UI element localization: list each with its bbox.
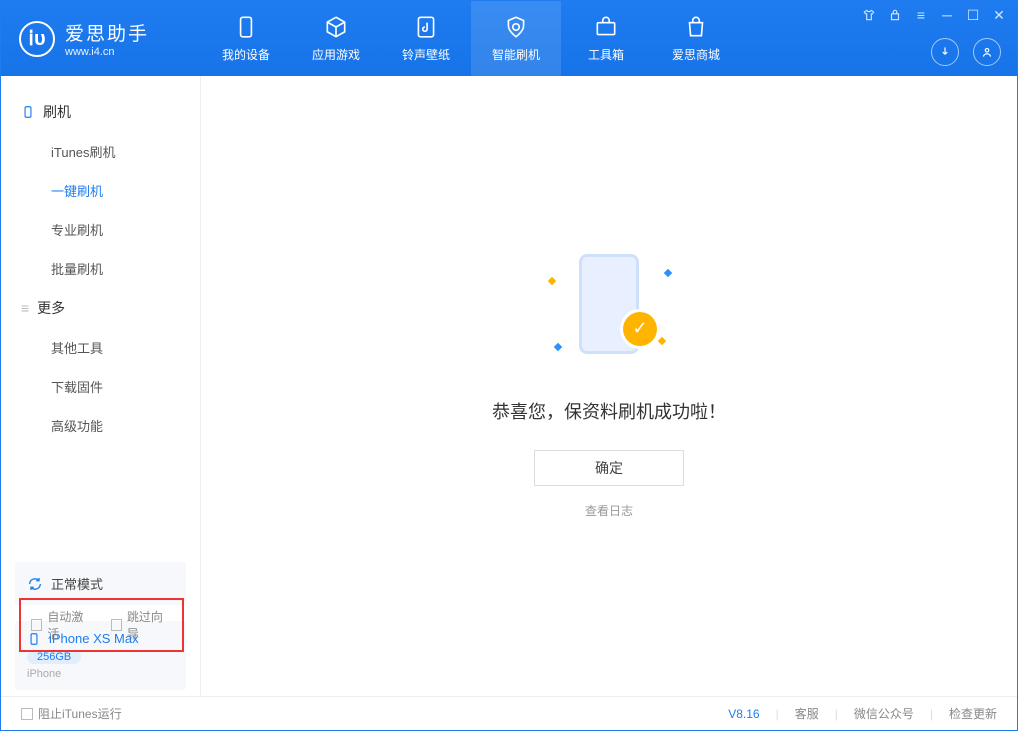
close-button[interactable]: ✕: [991, 7, 1007, 23]
tshirt-icon[interactable]: [861, 7, 877, 23]
sidebar-item-other-tools[interactable]: 其他工具: [21, 328, 180, 367]
check-badge-icon: ✓: [623, 312, 657, 346]
group-label: 刷机: [43, 102, 71, 122]
header: ⅰυ 爱思助手 www.i4.cn 我的设备 应用游戏 铃声壁纸 智能刷机 工具…: [1, 1, 1017, 76]
user-button[interactable]: [973, 38, 1001, 66]
maximize-button[interactable]: ☐: [965, 7, 981, 23]
tab-store[interactable]: 爱思商城: [651, 1, 741, 76]
sparkle-icon: [548, 276, 556, 284]
window-controls: ≡ ─ ☐ ✕: [861, 7, 1007, 23]
tab-label: 工具箱: [588, 46, 624, 63]
sidebar-item-advanced[interactable]: 高级功能: [21, 406, 180, 445]
block-itunes-checkbox[interactable]: 阻止iTunes运行: [21, 705, 122, 722]
checkbox-label: 跳过向导: [127, 608, 172, 642]
sidebar-item-oneclick-flash[interactable]: 一键刷机: [21, 171, 180, 210]
group-label: 更多: [37, 298, 65, 318]
refresh-shield-icon: [503, 14, 529, 40]
download-icon: [938, 45, 952, 59]
confirm-button[interactable]: 确定: [534, 450, 684, 486]
app-logo-icon: ⅰυ: [19, 21, 55, 57]
group-title-flash: 刷机: [21, 92, 180, 132]
app-url: www.i4.cn: [65, 46, 149, 58]
success-illustration: ✓: [539, 254, 679, 374]
tab-label: 铃声壁纸: [402, 46, 450, 63]
music-file-icon: [413, 14, 439, 40]
wechat-link[interactable]: 微信公众号: [854, 705, 914, 722]
minimize-button[interactable]: ─: [939, 7, 955, 23]
checkbox-label: 自动激活: [47, 608, 92, 642]
tab-ringtones[interactable]: 铃声壁纸: [381, 1, 471, 76]
tab-label: 我的设备: [222, 46, 270, 63]
download-button[interactable]: [931, 38, 959, 66]
tab-my-device[interactable]: 我的设备: [201, 1, 291, 76]
header-actions: [931, 38, 1001, 66]
mode-label: 正常模式: [51, 574, 103, 593]
user-icon: [980, 45, 994, 59]
sparkle-icon: [658, 336, 666, 344]
sidebar-item-pro-flash[interactable]: 专业刷机: [21, 210, 180, 249]
checkbox-label: 阻止iTunes运行: [38, 705, 122, 722]
sparkle-icon: [664, 268, 672, 276]
tab-flash[interactable]: 智能刷机: [471, 1, 561, 76]
sidebar-group-flash: 刷机 iTunes刷机 一键刷机 专业刷机 批量刷机: [1, 92, 200, 288]
sparkle-icon: [554, 342, 562, 350]
tab-label: 智能刷机: [492, 46, 540, 63]
version-label: V8.16: [728, 707, 759, 721]
sidebar-item-itunes-flash[interactable]: iTunes刷机: [21, 132, 180, 171]
nav-tabs: 我的设备 应用游戏 铃声壁纸 智能刷机 工具箱 爱思商城: [201, 1, 741, 76]
check-update-link[interactable]: 检查更新: [949, 705, 997, 722]
menu-icon[interactable]: ≡: [913, 7, 929, 23]
device-icon: [21, 105, 35, 119]
sidebar-item-download-firmware[interactable]: 下载固件: [21, 367, 180, 406]
checkbox-icon: [111, 619, 122, 631]
highlighted-options-row: 自动激活 跳过向导: [19, 598, 184, 652]
list-icon: ≡: [21, 300, 29, 316]
tab-apps[interactable]: 应用游戏: [291, 1, 381, 76]
phone-icon: [233, 14, 259, 40]
main-content: ✓ 恭喜您，保资料刷机成功啦！ 确定 查看日志: [201, 76, 1017, 696]
footer: 阻止iTunes运行 V8.16 | 客服 | 微信公众号 | 检查更新: [1, 696, 1017, 730]
shopping-bag-icon: [683, 14, 709, 40]
auto-activate-checkbox[interactable]: 自动激活: [31, 608, 93, 642]
tab-label: 应用游戏: [312, 46, 360, 63]
lock-icon[interactable]: [887, 7, 903, 23]
support-link[interactable]: 客服: [795, 705, 819, 722]
app-title: 爱思助手: [65, 19, 149, 46]
body-area: 刷机 iTunes刷机 一键刷机 专业刷机 批量刷机 ≡ 更多 其他工具 下载固…: [1, 76, 1017, 696]
success-message: 恭喜您，保资料刷机成功啦！: [492, 398, 726, 424]
toolbox-icon: [593, 14, 619, 40]
checkbox-icon: [31, 619, 42, 631]
group-title-more: ≡ 更多: [21, 288, 180, 328]
device-type: iPhone: [27, 668, 174, 680]
skip-guide-checkbox[interactable]: 跳过向导: [111, 608, 173, 642]
logo-text: 爱思助手 www.i4.cn: [65, 19, 149, 58]
logo-area: ⅰυ 爱思助手 www.i4.cn: [1, 1, 201, 76]
cube-icon: [323, 14, 349, 40]
footer-right: V8.16 | 客服 | 微信公众号 | 检查更新: [728, 705, 997, 722]
tab-toolbox[interactable]: 工具箱: [561, 1, 651, 76]
device-storage-chip: 256GB: [27, 650, 81, 664]
sidebar-group-more: ≡ 更多 其他工具 下载固件 高级功能: [1, 288, 200, 445]
tab-label: 爱思商城: [672, 46, 720, 63]
sidebar-item-batch-flash[interactable]: 批量刷机: [21, 249, 180, 288]
checkbox-icon: [21, 708, 33, 720]
view-log-link[interactable]: 查看日志: [585, 502, 633, 519]
sync-icon: [27, 576, 43, 592]
